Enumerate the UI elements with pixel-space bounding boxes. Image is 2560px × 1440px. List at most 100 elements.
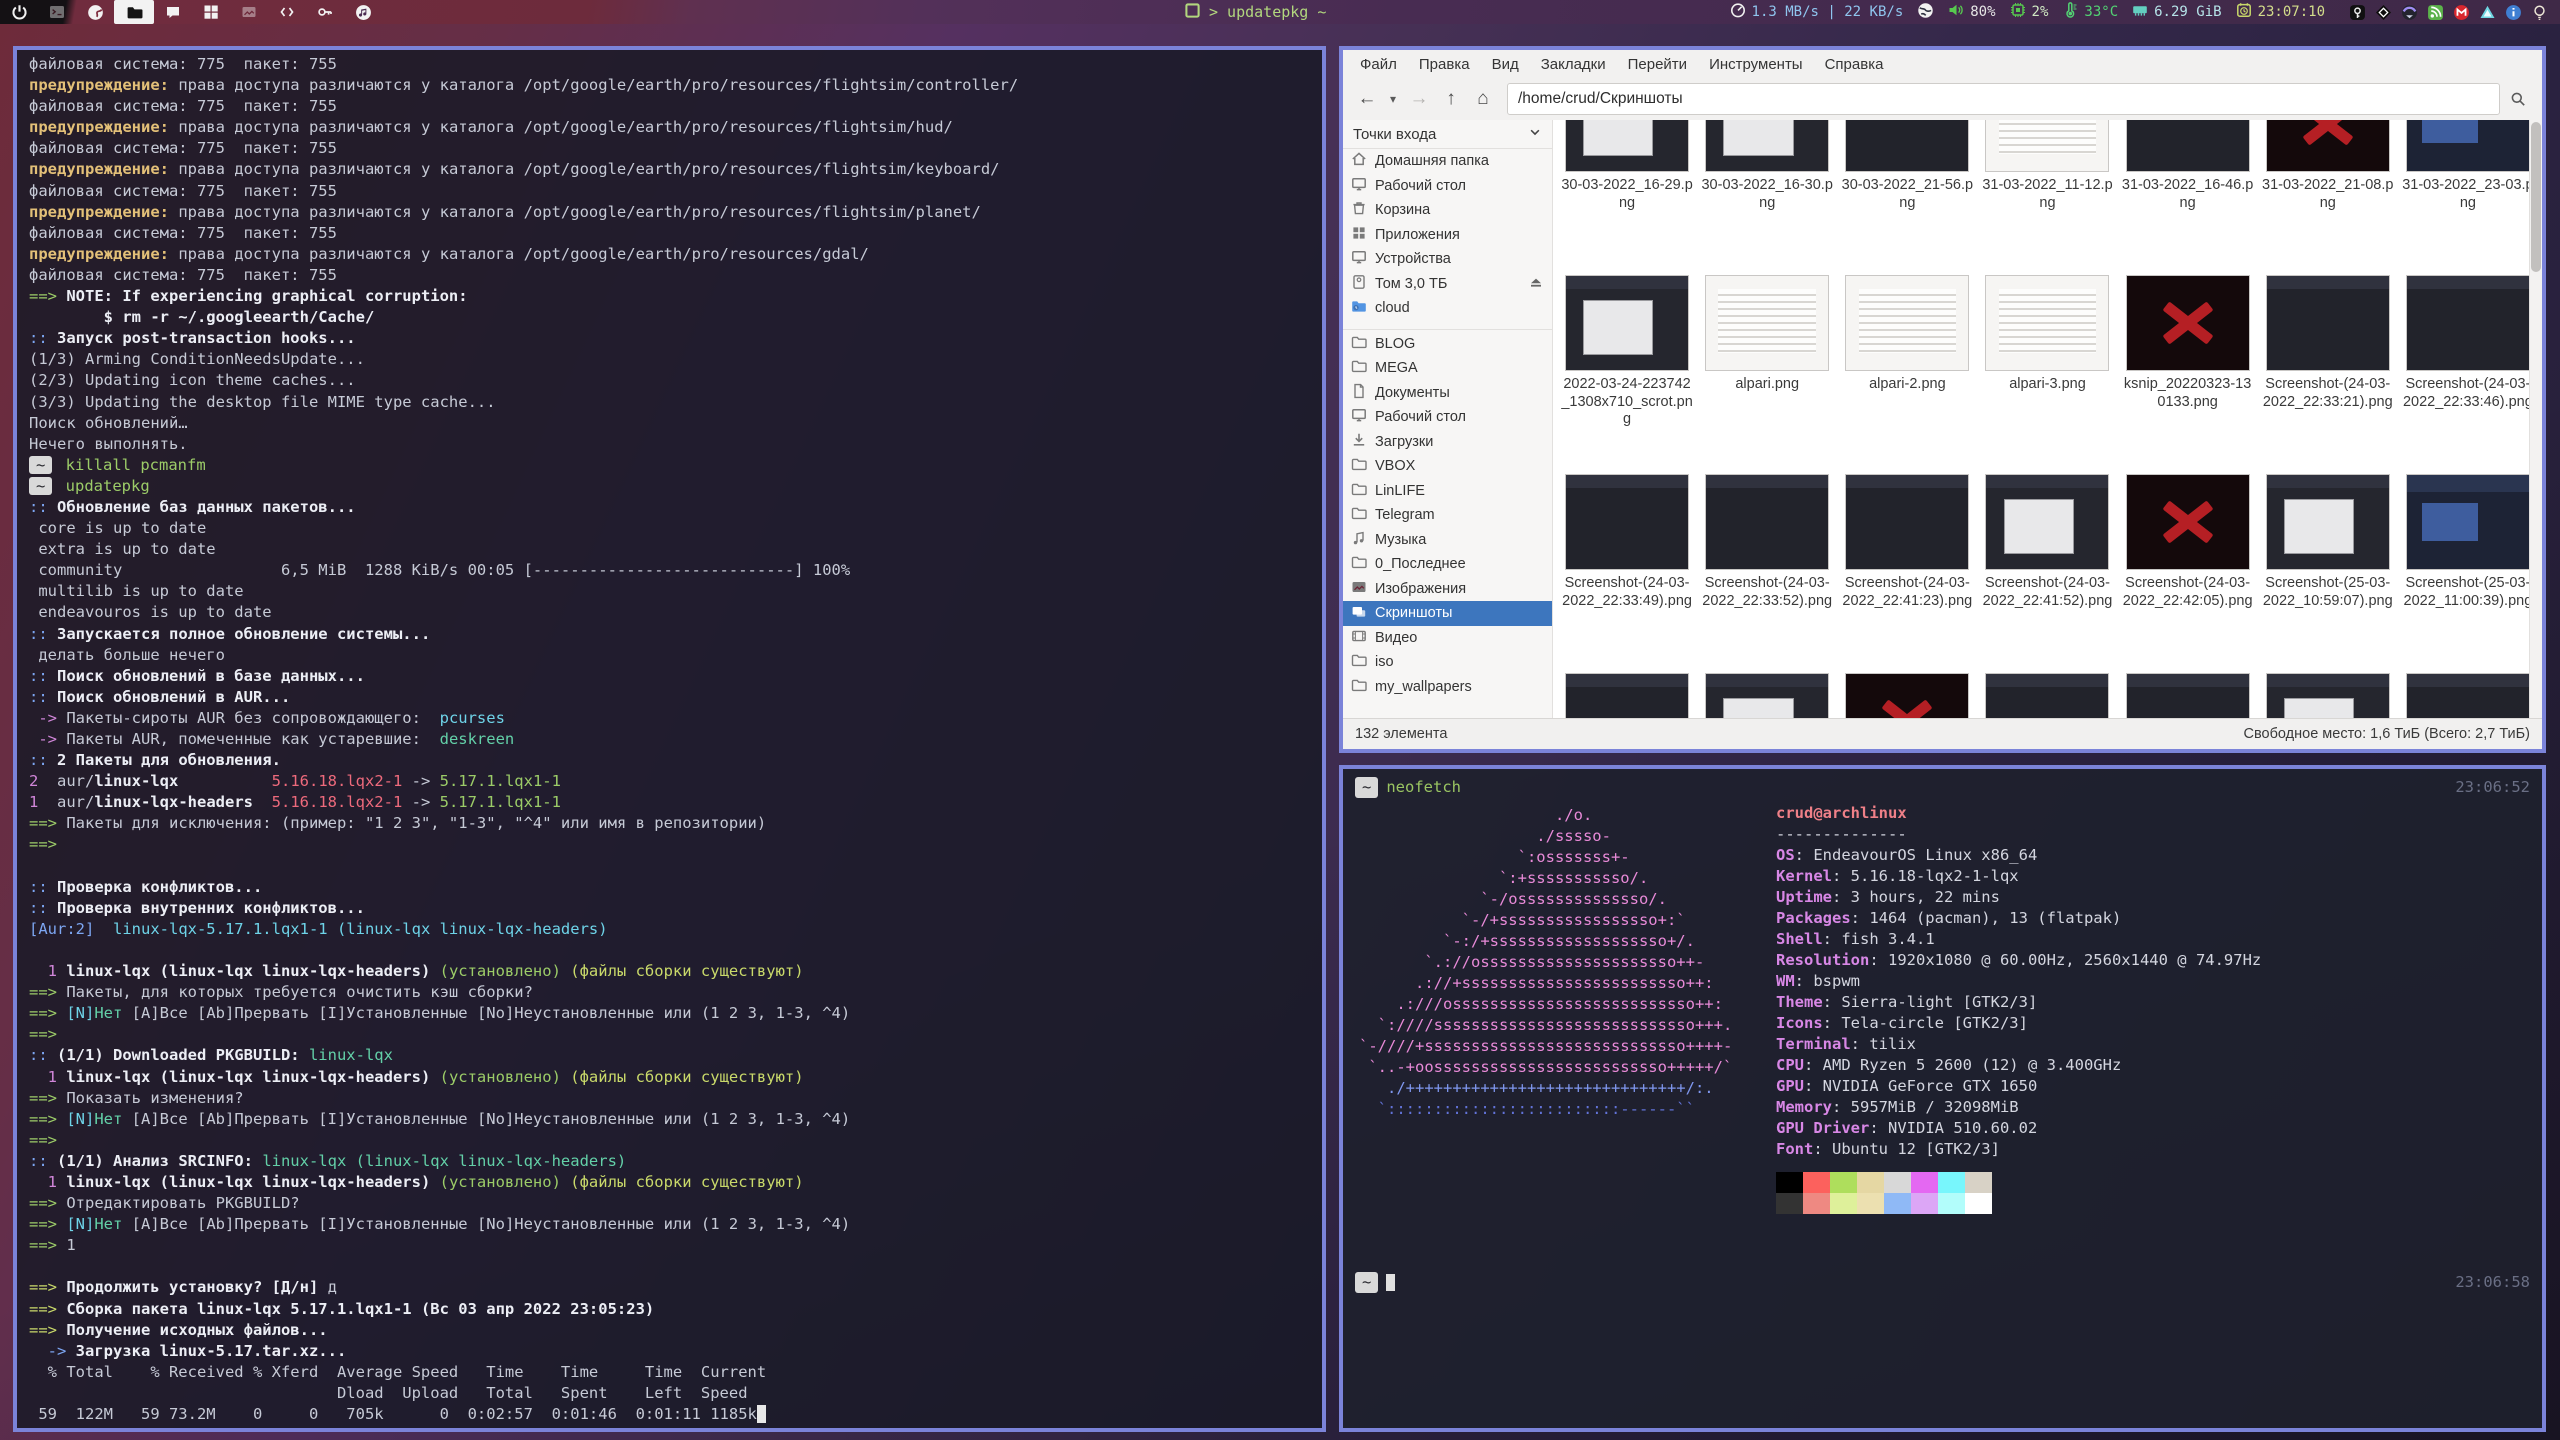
menu-Файл[interactable]: Файл bbox=[1349, 50, 1408, 78]
sidebar-item-Видео[interactable]: Видео bbox=[1343, 626, 1552, 651]
terminal-output-line: файловая система: 775 пакет: 755 bbox=[29, 265, 1316, 286]
file-item[interactable]: 31-03-2022_23-03.png bbox=[2398, 120, 2538, 269]
menu-Правка[interactable]: Правка bbox=[1408, 50, 1481, 78]
history-dropdown-icon[interactable]: ▾ bbox=[1385, 84, 1401, 114]
sidebar-item-Том 3,0 ТБ[interactable]: Том 3,0 ТБ bbox=[1343, 272, 1552, 297]
sync-icon[interactable] bbox=[2479, 4, 2496, 21]
terminal-window-updatepkg[interactable]: файловая система: 775 пакет: 755предупре… bbox=[13, 46, 1326, 1432]
idea-icon[interactable] bbox=[2531, 4, 2548, 21]
mega-icon[interactable] bbox=[2453, 4, 2470, 21]
workspace-terminal-icon[interactable] bbox=[38, 0, 76, 24]
sidebar-item-Загрузки[interactable]: Загрузки bbox=[1343, 430, 1552, 455]
workspace-windows-icon[interactable] bbox=[192, 0, 230, 24]
places-selector[interactable]: Точки входа bbox=[1343, 120, 1552, 149]
file-item[interactable]: Screenshot-(25-03-2022_11:00:39).png bbox=[2398, 468, 2538, 667]
file-item[interactable]: Screenshot-(24-03-2022_22:33:52).png bbox=[1697, 468, 1837, 667]
file-item[interactable]: Screenshot-(24-03-2022_22:33:21).png bbox=[2258, 269, 2398, 468]
path-input[interactable]: /home/crud/Скриншоты bbox=[1507, 83, 2500, 115]
workspace-music-icon[interactable] bbox=[344, 0, 382, 24]
file-item[interactable]: 31-03-2022_16-46.png bbox=[2118, 120, 2258, 269]
workspace-pictures-icon[interactable] bbox=[230, 0, 268, 24]
file-item[interactable]: 31-03-2022_11-12.png bbox=[1977, 120, 2117, 269]
file-item[interactable]: 2022-03-24-223742_1308x710_scrot.png bbox=[1557, 269, 1697, 468]
file-item[interactable] bbox=[2398, 667, 2538, 719]
menu-Закладки[interactable]: Закладки bbox=[1530, 50, 1617, 78]
scrollbar[interactable] bbox=[2529, 120, 2542, 719]
sidebar-item-Рабочий стол[interactable]: Рабочий стол bbox=[1343, 405, 1552, 430]
variety-icon[interactable] bbox=[2375, 4, 2392, 21]
info-Packages: Packages: 1464 (pacman), 13 (flatpak) bbox=[1776, 908, 2261, 929]
sidebar-item-label: Telegram bbox=[1375, 507, 1544, 523]
file-item[interactable]: 30-03-2022_16-29.png bbox=[1557, 120, 1697, 269]
home-button[interactable]: ⌂ bbox=[1469, 84, 1497, 114]
info-icon[interactable] bbox=[2505, 4, 2522, 21]
file-item[interactable]: alpari-3.png bbox=[1977, 269, 2117, 468]
file-item[interactable]: Screenshot-(24-03-2022_22:33:46).png bbox=[2398, 269, 2538, 468]
file-item[interactable] bbox=[1977, 667, 2117, 719]
sidebar-item-Домашняя папка[interactable]: Домашняя папка bbox=[1343, 149, 1552, 174]
workspace-code-icon[interactable] bbox=[268, 0, 306, 24]
downloads-icon bbox=[1351, 432, 1367, 452]
sidebar-item-Рабочий стол[interactable]: Рабочий стол bbox=[1343, 174, 1552, 199]
menu-Вид[interactable]: Вид bbox=[1481, 50, 1530, 78]
file-item[interactable]: alpari-2.png bbox=[1837, 269, 1977, 468]
sidebar-item-BLOG[interactable]: BLOG bbox=[1343, 332, 1552, 357]
terminal-window-neofetch[interactable]: ~ neofetch 23:06:52 ./o. ./sssso- `:osss… bbox=[1339, 765, 2546, 1432]
menu-Инструменты[interactable]: Инструменты bbox=[1698, 50, 1814, 78]
file-thumbnail bbox=[1705, 474, 1829, 570]
akregator-icon[interactable] bbox=[2427, 4, 2444, 21]
file-item[interactable] bbox=[2118, 667, 2258, 719]
eject-icon[interactable] bbox=[1528, 274, 1544, 294]
file-item[interactable] bbox=[2258, 667, 2398, 719]
workspace-firefox-icon[interactable] bbox=[76, 0, 114, 24]
stat-globe bbox=[1917, 2, 1934, 23]
file-item[interactable] bbox=[1837, 667, 1977, 719]
sidebar-item-VBOX[interactable]: VBOX bbox=[1343, 454, 1552, 479]
sidebar-item-Telegram[interactable]: Telegram bbox=[1343, 503, 1552, 528]
file-item[interactable]: Screenshot-(25-03-2022_10:59:07).png bbox=[2258, 468, 2398, 667]
sidebar-item-LinLIFE[interactable]: LinLIFE bbox=[1343, 479, 1552, 504]
sidebar-item-Изображения[interactable]: Изображения bbox=[1343, 577, 1552, 602]
scrollbar-thumb[interactable] bbox=[2531, 122, 2541, 272]
workspace-file-manager-icon[interactable] bbox=[114, 0, 154, 24]
sidebar-item-Устройства[interactable]: Устройства bbox=[1343, 247, 1552, 272]
sidebar-item-Скриншоты[interactable]: Скриншоты bbox=[1343, 601, 1552, 626]
file-item[interactable]: ksnip_20220323-130133.png bbox=[2118, 269, 2258, 468]
sidebar-item-MEGA[interactable]: MEGA bbox=[1343, 356, 1552, 381]
workspace-chat-icon[interactable] bbox=[154, 0, 192, 24]
workspace-key-icon[interactable] bbox=[306, 0, 344, 24]
sidebar-item-Документы[interactable]: Документы bbox=[1343, 381, 1552, 406]
file-list[interactable]: 30-03-2022_16-29.png30-03-2022_16-30.png… bbox=[1553, 120, 2542, 719]
sidebar-item-label: cloud bbox=[1375, 300, 1544, 316]
menu-Справка[interactable]: Справка bbox=[1814, 50, 1895, 78]
search-icon[interactable] bbox=[2504, 84, 2532, 114]
file-manager-window[interactable]: ФайлПравкаВидЗакладкиПерейтиИнструментыС… bbox=[1339, 46, 2546, 753]
back-button[interactable]: ← bbox=[1353, 84, 1381, 114]
file-item[interactable]: Screenshot-(24-03-2022_22:33:49).png bbox=[1557, 468, 1697, 667]
file-thumbnail bbox=[1845, 474, 1969, 570]
forward-button[interactable]: → bbox=[1405, 84, 1433, 114]
sidebar-item-0_Последнее[interactable]: 0_Последнее bbox=[1343, 552, 1552, 577]
terminal-output-line: (3/3) Updating the desktop file MIME typ… bbox=[29, 392, 1316, 413]
file-item[interactable]: 30-03-2022_21-56.png bbox=[1837, 120, 1977, 269]
sidebar-item-iso[interactable]: iso bbox=[1343, 650, 1552, 675]
file-item[interactable] bbox=[1557, 667, 1697, 719]
keepassxc-icon[interactable] bbox=[2349, 4, 2366, 21]
menu-Перейти[interactable]: Перейти bbox=[1617, 50, 1698, 78]
pamac-icon[interactable] bbox=[2401, 4, 2418, 21]
file-item[interactable]: Screenshot-(24-03-2022_22:41:23).png bbox=[1837, 468, 1977, 667]
file-item[interactable] bbox=[1697, 667, 1837, 719]
sidebar-item-Музыка[interactable]: Музыка bbox=[1343, 528, 1552, 553]
sidebar-item-Приложения[interactable]: Приложения bbox=[1343, 223, 1552, 248]
sidebar-item-Корзина[interactable]: Корзина bbox=[1343, 198, 1552, 223]
up-button[interactable]: ↑ bbox=[1437, 84, 1465, 114]
file-item[interactable]: Screenshot-(24-03-2022_22:42:05).png bbox=[2118, 468, 2258, 667]
sidebar-item-cloud[interactable]: cloud bbox=[1343, 296, 1552, 321]
file-item[interactable]: Screenshot-(24-03-2022_22:41:52).png bbox=[1977, 468, 2117, 667]
terminal-output-line: ~ updatepkg bbox=[29, 476, 1316, 497]
file-item[interactable]: 31-03-2022_21-08.png bbox=[2258, 120, 2398, 269]
workspace-power-icon[interactable] bbox=[0, 0, 38, 24]
file-item[interactable]: 30-03-2022_16-30.png bbox=[1697, 120, 1837, 269]
file-item[interactable]: alpari.png bbox=[1697, 269, 1837, 468]
sidebar-item-my_wallpapers[interactable]: my_wallpapers bbox=[1343, 675, 1552, 700]
